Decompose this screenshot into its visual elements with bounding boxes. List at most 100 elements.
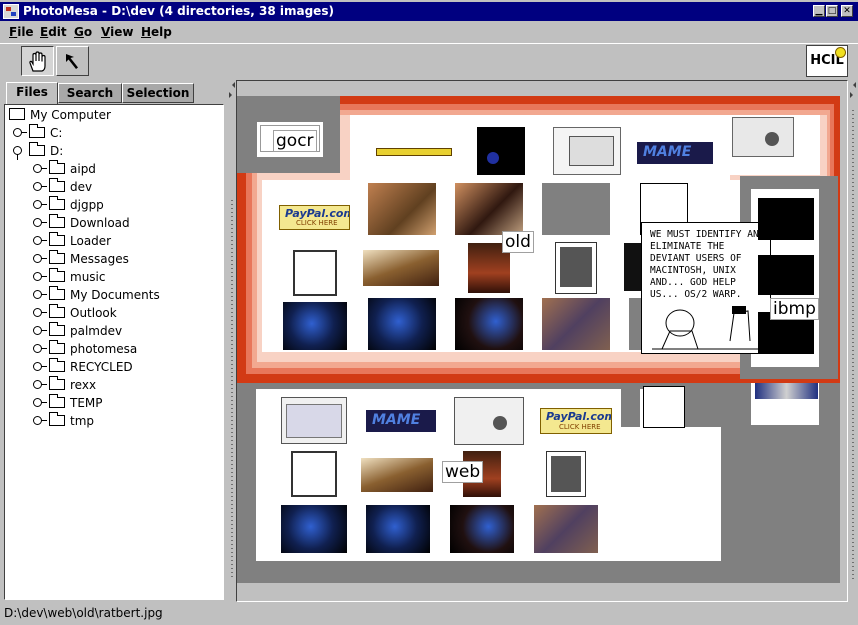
expand-toggle[interactable] bbox=[33, 164, 47, 173]
right-splitter[interactable] bbox=[848, 80, 858, 602]
menu-help[interactable]: Help bbox=[141, 25, 172, 39]
tree-label: Download bbox=[70, 216, 130, 230]
photo-thumbnail[interactable] bbox=[643, 386, 685, 428]
tree-item-folder[interactable]: rexx bbox=[49, 376, 96, 393]
photo-canvas[interactable]: MAME PayPal.com CLICK HERE We must identi… bbox=[236, 80, 848, 602]
group-label-gocr[interactable]: gocr bbox=[273, 130, 317, 152]
expand-toggle[interactable] bbox=[33, 254, 47, 263]
tree-item-folder[interactable]: djgpp bbox=[49, 196, 104, 213]
expand-toggle[interactable] bbox=[33, 236, 47, 245]
collapse-left-arrow-icon[interactable] bbox=[229, 82, 235, 88]
photo-thumbnail[interactable] bbox=[758, 255, 814, 295]
folder-icon bbox=[49, 160, 65, 174]
photo-thumbnail[interactable] bbox=[555, 242, 597, 294]
folder-icon bbox=[49, 412, 65, 426]
expand-toggle[interactable] bbox=[33, 362, 47, 371]
expand-toggle[interactable] bbox=[33, 308, 47, 317]
menu-edit[interactable]: Edit bbox=[40, 25, 67, 39]
expand-toggle[interactable] bbox=[33, 290, 47, 299]
minimize-button[interactable]: ▁ bbox=[813, 5, 825, 17]
tree-item-folder[interactable]: Download bbox=[49, 214, 130, 231]
group-label-web[interactable]: web bbox=[442, 461, 484, 483]
tree-item-folder[interactable]: dev bbox=[49, 178, 92, 195]
tree-item-folder[interactable]: photomesa bbox=[49, 340, 137, 357]
select-tool-button[interactable] bbox=[56, 46, 89, 76]
menu-file[interactable]: File bbox=[9, 25, 34, 39]
tree-item-folder[interactable]: TEMP bbox=[49, 394, 103, 411]
app-icon[interactable] bbox=[3, 4, 19, 19]
tree-item-folder[interactable]: palmdev bbox=[49, 322, 122, 339]
photo-thumbnail[interactable] bbox=[553, 127, 621, 175]
photo-thumbnail[interactable] bbox=[450, 505, 514, 553]
menu-go[interactable]: Go bbox=[74, 25, 92, 39]
tab-files[interactable]: Files bbox=[6, 82, 58, 104]
photo-thumbnail[interactable] bbox=[534, 505, 598, 553]
tree-label: My Documents bbox=[70, 288, 160, 302]
photo-thumbnail[interactable] bbox=[368, 183, 436, 235]
photo-thumbnail[interactable] bbox=[368, 298, 436, 350]
tree-item-folder[interactable]: tmp bbox=[49, 412, 95, 429]
close-button[interactable]: ✕ bbox=[841, 5, 853, 17]
expand-toggle[interactable] bbox=[33, 272, 47, 281]
photo-thumbnail[interactable] bbox=[366, 505, 430, 553]
photo-thumbnail[interactable] bbox=[542, 298, 610, 350]
tree-item-my-computer[interactable]: My Computer bbox=[9, 107, 111, 123]
expand-left-arrow-icon[interactable] bbox=[850, 82, 856, 88]
tree-item-folder[interactable]: aipd bbox=[49, 160, 96, 177]
photo-thumbnail[interactable] bbox=[542, 183, 610, 235]
tree-item-d[interactable]: D: bbox=[29, 142, 63, 159]
tab-selection[interactable]: Selection bbox=[122, 83, 194, 103]
photo-thumbnail[interactable]: MAME bbox=[366, 410, 436, 432]
photo-thumbnail[interactable]: MAME bbox=[637, 142, 713, 164]
tree-label: RECYCLED bbox=[70, 360, 133, 374]
expand-toggle[interactable] bbox=[33, 344, 47, 353]
collapse-right-arrow-icon[interactable] bbox=[229, 92, 235, 98]
group-label-old[interactable]: old bbox=[502, 231, 534, 253]
comic-thumbnail[interactable]: We must identify and eliminate the devia… bbox=[641, 222, 771, 354]
photo-thumbnail[interactable] bbox=[293, 250, 337, 296]
photo-thumbnail[interactable]: PayPal.com CLICK HERE bbox=[279, 205, 350, 230]
expand-right-arrow-icon[interactable] bbox=[850, 92, 856, 98]
maximize-button[interactable]: □ bbox=[826, 5, 838, 17]
photo-thumbnail[interactable] bbox=[361, 458, 433, 492]
photo-thumbnail[interactable] bbox=[376, 148, 452, 156]
tree-item-folder[interactable]: My Documents bbox=[49, 286, 160, 303]
photo-thumbnail[interactable] bbox=[283, 302, 347, 350]
expand-toggle[interactable] bbox=[33, 326, 47, 335]
collapse-toggle-d[interactable] bbox=[13, 146, 22, 160]
photo-thumbnail[interactable] bbox=[546, 451, 586, 497]
tree-label: tmp bbox=[70, 414, 95, 428]
photo-thumbnail[interactable] bbox=[455, 298, 523, 350]
expand-toggle[interactable] bbox=[33, 398, 47, 407]
tree-item-folder[interactable]: Messages bbox=[49, 250, 129, 267]
photo-thumbnail[interactable] bbox=[363, 250, 439, 286]
expand-toggle-c[interactable] bbox=[13, 128, 27, 137]
tree-item-folder[interactable]: RECYCLED bbox=[49, 358, 133, 375]
tree-item-folder[interactable]: music bbox=[49, 268, 105, 285]
comic-caption: We must identify and eliminate the devia… bbox=[650, 229, 765, 300]
panel-splitter[interactable] bbox=[228, 80, 236, 602]
photo-thumbnail[interactable] bbox=[455, 183, 523, 235]
group-label-ibmp[interactable]: ibmp bbox=[770, 298, 819, 320]
photo-thumbnail[interactable]: PayPal.com CLICK HERE bbox=[540, 408, 612, 434]
photo-thumbnail[interactable] bbox=[281, 505, 347, 553]
pan-tool-button[interactable] bbox=[21, 46, 54, 76]
tree-item-folder[interactable]: Outlook bbox=[49, 304, 117, 321]
tree-item-folder[interactable]: Loader bbox=[49, 232, 111, 249]
expand-toggle[interactable] bbox=[33, 218, 47, 227]
expand-toggle[interactable] bbox=[33, 200, 47, 209]
photo-thumbnail[interactable] bbox=[477, 127, 525, 175]
photo-thumbnail[interactable] bbox=[758, 198, 814, 240]
expand-toggle[interactable] bbox=[33, 182, 47, 191]
photo-thumbnail[interactable] bbox=[454, 397, 524, 445]
photo-thumbnail[interactable] bbox=[281, 397, 347, 444]
photo-thumbnail[interactable] bbox=[291, 451, 337, 497]
folder-icon bbox=[29, 142, 45, 156]
expand-toggle[interactable] bbox=[33, 416, 47, 425]
photo-thumbnail[interactable] bbox=[755, 383, 818, 399]
photo-thumbnail[interactable] bbox=[732, 117, 794, 157]
menu-view[interactable]: View bbox=[101, 25, 133, 39]
tree-item-c[interactable]: C: bbox=[29, 124, 62, 141]
expand-toggle[interactable] bbox=[33, 380, 47, 389]
tab-search[interactable]: Search bbox=[58, 83, 122, 103]
